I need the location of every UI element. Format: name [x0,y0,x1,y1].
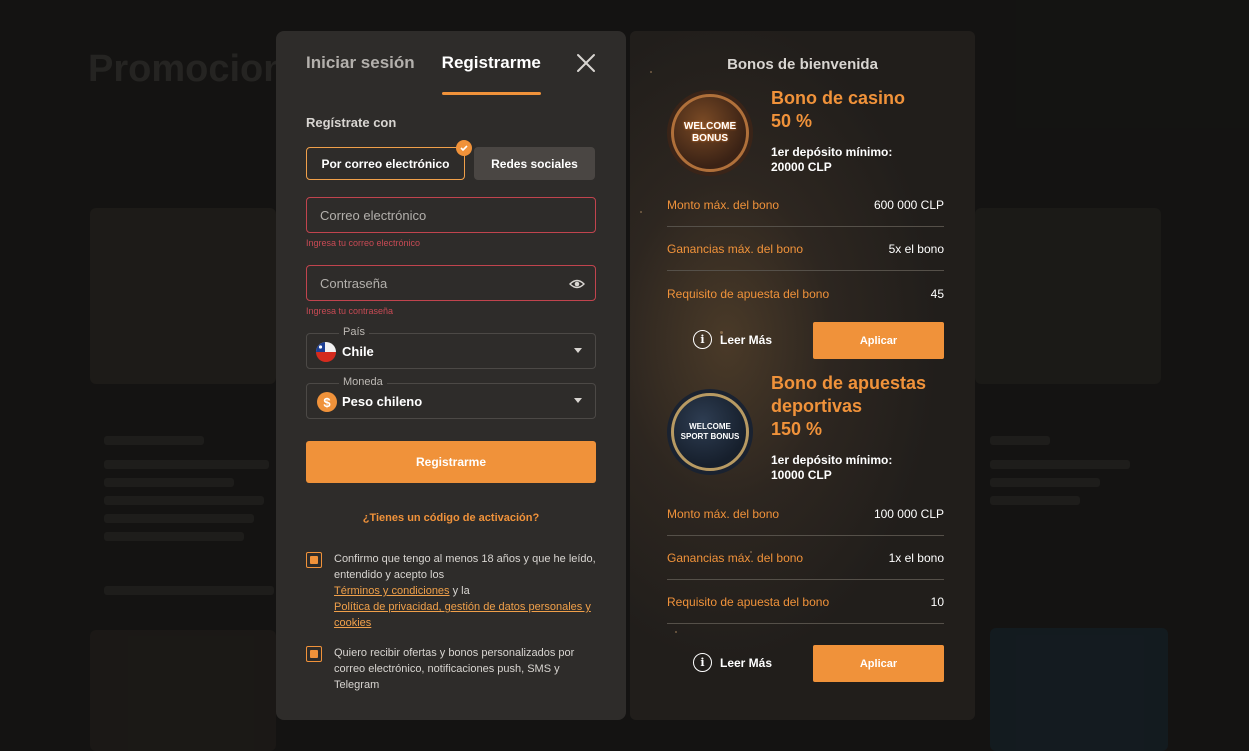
bonus-detail-value: 10 [930,594,944,609]
terms-link[interactable]: Términos y condiciones [334,585,450,597]
bonus-detail-row: Monto máx. del bono 100 000 CLP [667,492,944,536]
terms-checkbox[interactable] [306,552,322,568]
bonus-detail-key: Requisito de apuesta del bono [667,287,830,301]
password-error: Ingresa tu contraseña [306,306,394,316]
country-value: Chile [342,344,374,359]
terms-joiner: y la [452,585,470,597]
bonus-detail-key: Requisito de apuesta del bono [667,594,830,609]
bonus-detail-value: 1x el bono [888,550,944,565]
info-icon: i [693,653,712,672]
terms-consent-row: Confirmo que tengo al menos 18 años y qu… [306,551,596,631]
bonus-detail-row: Requisito de apuesta del bono 45 [667,272,944,316]
min-deposit-value: 20000 CLP [771,160,832,174]
medal-text-line: WELCOME [683,121,737,132]
bonus-percent: 50 % [771,111,813,131]
bonus-title-line: Bono de apuestas [771,373,927,393]
casino-bonus-title: Bono de casino 50 % [771,87,905,133]
info-icon: i [693,330,712,349]
chevron-down-icon [574,348,582,353]
sport-bonus-title: Bono de apuestas deportivas 150 % [771,372,926,441]
casino-apply-button[interactable]: Aplicar [813,322,944,359]
currency-select[interactable]: Moneda $ Peso chileno [306,376,596,419]
casino-min-deposit: 1er depósito mínimo: 20000 CLP [771,145,892,175]
bonus-detail-key: Monto máx. del bono [667,197,780,212]
dollar-coin-icon: $ [317,392,337,412]
chile-flag-icon [316,342,336,362]
activation-code-link[interactable]: ¿Tienes un código de activación? [276,512,626,524]
bonus-panel-title: Bonos de bienvenida [727,56,878,73]
sparkle [640,211,642,213]
password-input[interactable] [320,275,560,291]
min-deposit-label: 1er depósito mínimo: [771,453,893,467]
bonus-detail-key: Ganancias máx. del bono [667,241,804,256]
register-button[interactable]: Registrarme [306,441,596,483]
welcome-sport-bonus-medal-icon: WELCOME SPORT BONUS [671,393,749,471]
tab-login[interactable]: Iniciar sesión [306,51,415,95]
marketing-consent-text: Quiero recibir ofertas y bonos personali… [334,647,575,691]
bonus-title-line: deportivas [771,396,863,416]
casino-read-more-button[interactable]: i Leer Más [693,330,772,349]
bonus-detail-row: Requisito de apuesta del bono 10 [667,580,944,624]
bonus-detail-value: 600 000 CLP [873,197,944,212]
register-with-label: Regístrate con [306,115,397,130]
welcome-bonus-panel: Bonos de bienvenida WELCOME BONUS Bono d… [630,31,975,720]
bonus-detail-value: 5x el bono [888,241,944,256]
tab-register[interactable]: Registrarme [441,51,542,95]
bonus-title-line: Bono de casino [771,88,906,108]
password-field[interactable] [306,265,596,301]
social-method-button[interactable]: Redes sociales [474,147,595,180]
email-method-button[interactable]: Por correo electrónico [306,140,472,180]
country-select[interactable]: País Chile [306,326,596,369]
eye-icon[interactable] [569,276,585,292]
min-deposit-label: 1er depósito mínimo: [771,145,893,159]
bonus-detail-value: 45 [930,287,944,301]
email-input[interactable] [320,207,560,223]
terms-consent-text: Confirmo que tengo al menos 18 años y qu… [334,551,596,631]
marketing-consent-row: Quiero recibir ofertas y bonos personali… [306,645,596,693]
email-method-label: Por correo electrónico [321,156,450,171]
email-field[interactable] [306,197,596,233]
min-deposit-value: 10000 CLP [771,468,832,482]
close-icon[interactable] [574,51,598,75]
bonus-detail-key: Monto máx. del bono [667,506,780,521]
bonus-detail-row: Monto máx. del bono 600 000 CLP [667,183,944,227]
currency-legend: Moneda [339,376,387,388]
medal-text-line: WELCOME [689,422,731,431]
read-more-label: Leer Más [720,655,773,670]
terms-text: Confirmo que tengo al menos 18 años y qu… [334,553,596,581]
email-error: Ingresa tu correo electrónico [306,238,421,248]
medal-text-line: BONUS [691,133,729,144]
social-method-label: Redes sociales [491,156,578,171]
auth-tabs: Iniciar sesión Registrarme [306,51,542,95]
welcome-bonus-medal-icon: WELCOME BONUS [671,94,749,172]
bonus-percent: 150 % [771,419,823,439]
medal-text-line: SPORT BONUS [680,432,740,441]
chevron-down-icon [574,398,582,403]
bonus-detail-value: 100 000 CLP [873,506,944,521]
bonus-detail-row: Ganancias máx. del bono 1x el bono [667,536,944,580]
bonus-detail-row: Ganancias máx. del bono 5x el bono [667,227,944,271]
currency-value: Peso chileno [342,394,423,409]
sport-min-deposit: 1er depósito mínimo: 10000 CLP [771,453,892,483]
registration-modal: Iniciar sesión Registrarme Regístrate co… [276,31,626,720]
bonus-detail-key: Ganancias máx. del bono [667,550,804,565]
sport-read-more-button[interactable]: i Leer Más [693,653,772,672]
sport-apply-button[interactable]: Aplicar [813,645,944,682]
register-method-group: Por correo electrónico Redes sociales [306,140,595,180]
sparkle [675,631,677,633]
check-icon [456,140,472,156]
marketing-checkbox[interactable] [306,646,322,662]
country-legend: País [339,326,370,338]
privacy-policy-link[interactable]: Política de privacidad, gestión de datos… [334,601,591,629]
read-more-label: Leer Más [720,332,773,347]
